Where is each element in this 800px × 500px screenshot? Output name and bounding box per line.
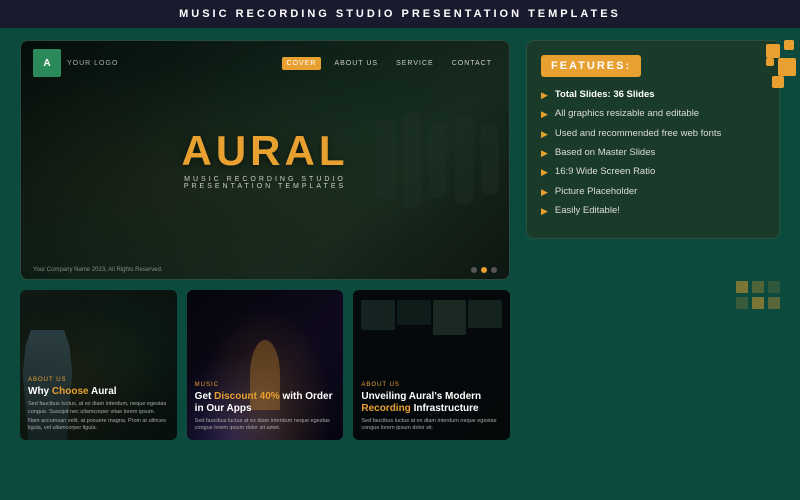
banner-title: MUSIC RECORDING STUDIO PRESENTATION TEMP… xyxy=(179,8,621,20)
dot-1[interactable] xyxy=(471,267,477,273)
nav-cover[interactable]: COVER xyxy=(282,57,322,70)
preview-card-3[interactable]: ABOUT US Unveiling Aural's Modern Record… xyxy=(353,290,510,440)
feature-text-6: Picture Placeholder xyxy=(555,186,637,198)
feature-text-2: All graphics resizable and editable xyxy=(555,108,699,120)
nav-about[interactable]: ABOUT US xyxy=(329,57,383,70)
equipment-visual xyxy=(353,300,510,335)
preview-card-2[interactable]: MUSIC Get Discount 40% with Order in Our… xyxy=(187,290,344,440)
slide-footer: Your Company Name 2023, All Rights Reser… xyxy=(21,267,509,273)
preview-cards: ABOUT US Why Choose Aural Sed faucibus l… xyxy=(20,290,510,440)
card1-title: Why Choose Aural xyxy=(28,386,169,398)
feature-item-7: ▶ Easily Editable! xyxy=(541,205,765,217)
slide-subtitle: MUSIC RECORDING STUDIO PRESENTATION TEMP… xyxy=(143,176,387,190)
deco-b3 xyxy=(768,281,780,293)
left-side: A YOUR LOGO COVER ABOUT US SERVICE CONTA… xyxy=(20,40,510,480)
slide-logo-text: YOUR LOGO xyxy=(67,60,118,67)
deco-b2 xyxy=(752,281,764,293)
feature-arrow-2: ▶ xyxy=(541,109,548,120)
nav-contact[interactable]: CONTACT xyxy=(447,57,497,70)
deco-sq-4 xyxy=(766,58,774,66)
feature-arrow-1: ▶ xyxy=(541,90,548,101)
deco-sq-2 xyxy=(784,40,794,50)
bottom-deco-area xyxy=(526,249,780,309)
deco-b5 xyxy=(752,297,764,309)
deco-b4 xyxy=(736,297,748,309)
card1-content: ABOUT US Why Choose Aural Sed faucibus l… xyxy=(20,369,177,440)
deco-sq-5 xyxy=(772,76,784,88)
bottom-deco-grid xyxy=(736,281,780,309)
card3-title: Unveiling Aural's Modern Recording Infra… xyxy=(361,391,502,415)
slide-pagination xyxy=(471,267,497,273)
feature-item-5: ▶ 16:9 Wide Screen Ratio xyxy=(541,166,765,178)
feature-item-6: ▶ Picture Placeholder xyxy=(541,186,765,198)
slide-content: AURAL MUSIC RECORDING STUDIO PRESENTATIO… xyxy=(143,130,387,190)
feature-item-2: ▶ All graphics resizable and editable xyxy=(541,108,765,120)
nav-service[interactable]: SERVICE xyxy=(391,57,439,70)
feature-arrow-4: ▶ xyxy=(541,148,548,159)
card1-text2: Nam accumsan velit, at posuere magna. Pr… xyxy=(28,418,169,432)
card1-text: Sed faucibus luctus, at ex diam interdum… xyxy=(28,401,169,415)
feature-text-3: Used and recommended free web fonts xyxy=(555,128,721,140)
card3-tag: ABOUT US xyxy=(361,382,502,388)
card1-tag: ABOUT US xyxy=(28,377,169,383)
slide-brand-title: AURAL xyxy=(143,130,387,172)
card3-highlight: Recording xyxy=(361,403,410,414)
feature-bold-1: Total Slides: 36 Slides xyxy=(555,89,655,100)
feature-item-3: ▶ Used and recommended free web fonts xyxy=(541,128,765,140)
feature-text-7: Easily Editable! xyxy=(555,205,620,217)
card2-content: MUSIC Get Discount 40% with Order in Our… xyxy=(187,374,344,440)
card2-title: Get Discount 40% with Order in Our Apps xyxy=(195,391,336,415)
decorative-squares xyxy=(740,36,800,96)
deco-sq-1 xyxy=(766,44,780,58)
card3-text: Sed faucibus luctus at ex diam interdum … xyxy=(361,418,502,432)
card3-content: ABOUT US Unveiling Aural's Modern Record… xyxy=(353,374,510,440)
feature-item-4: ▶ Based on Master Slides xyxy=(541,147,765,159)
dot-3[interactable] xyxy=(491,267,497,273)
features-header: FEATURES: xyxy=(541,55,641,77)
top-banner: MUSIC RECORDING STUDIO PRESENTATION TEMP… xyxy=(0,0,800,28)
slide-logo: A xyxy=(33,49,61,77)
feature-text-1: Total Slides: 36 Slides xyxy=(555,89,655,101)
feature-arrow-3: ▶ xyxy=(541,129,548,140)
preview-card-1[interactable]: ABOUT US Why Choose Aural Sed faucibus l… xyxy=(20,290,177,440)
deco-b6 xyxy=(768,297,780,309)
dot-2[interactable] xyxy=(481,267,487,273)
feature-arrow-5: ▶ xyxy=(541,167,548,178)
right-side: FEATURES: ▶ Total Slides: 36 Slides ▶ Al… xyxy=(526,40,780,480)
feature-arrow-6: ▶ xyxy=(541,187,548,198)
feature-text-5: 16:9 Wide Screen Ratio xyxy=(555,166,655,178)
main-preview-slide[interactable]: A YOUR LOGO COVER ABOUT US SERVICE CONTA… xyxy=(20,40,510,280)
main-container: A YOUR LOGO COVER ABOUT US SERVICE CONTA… xyxy=(0,28,800,492)
slide-nav-links: COVER ABOUT US SERVICE CONTACT xyxy=(282,57,497,70)
feature-text-4: Based on Master Slides xyxy=(555,147,655,159)
feature-arrow-7: ▶ xyxy=(541,206,548,217)
card2-tag: MUSIC xyxy=(195,382,336,388)
card2-text: Sed faucibus luctus at ex diam interdum … xyxy=(195,418,336,432)
card1-highlight: Choose xyxy=(52,386,89,397)
slide-nav: A YOUR LOGO COVER ABOUT US SERVICE CONTA… xyxy=(21,49,509,77)
feature-item-1: ▶ Total Slides: 36 Slides xyxy=(541,89,765,101)
deco-b1 xyxy=(736,281,748,293)
deco-sq-3 xyxy=(778,58,796,76)
card2-highlight: Discount 40% xyxy=(214,391,280,402)
slide-copyright: Your Company Name 2023, All Rights Reser… xyxy=(33,267,163,273)
